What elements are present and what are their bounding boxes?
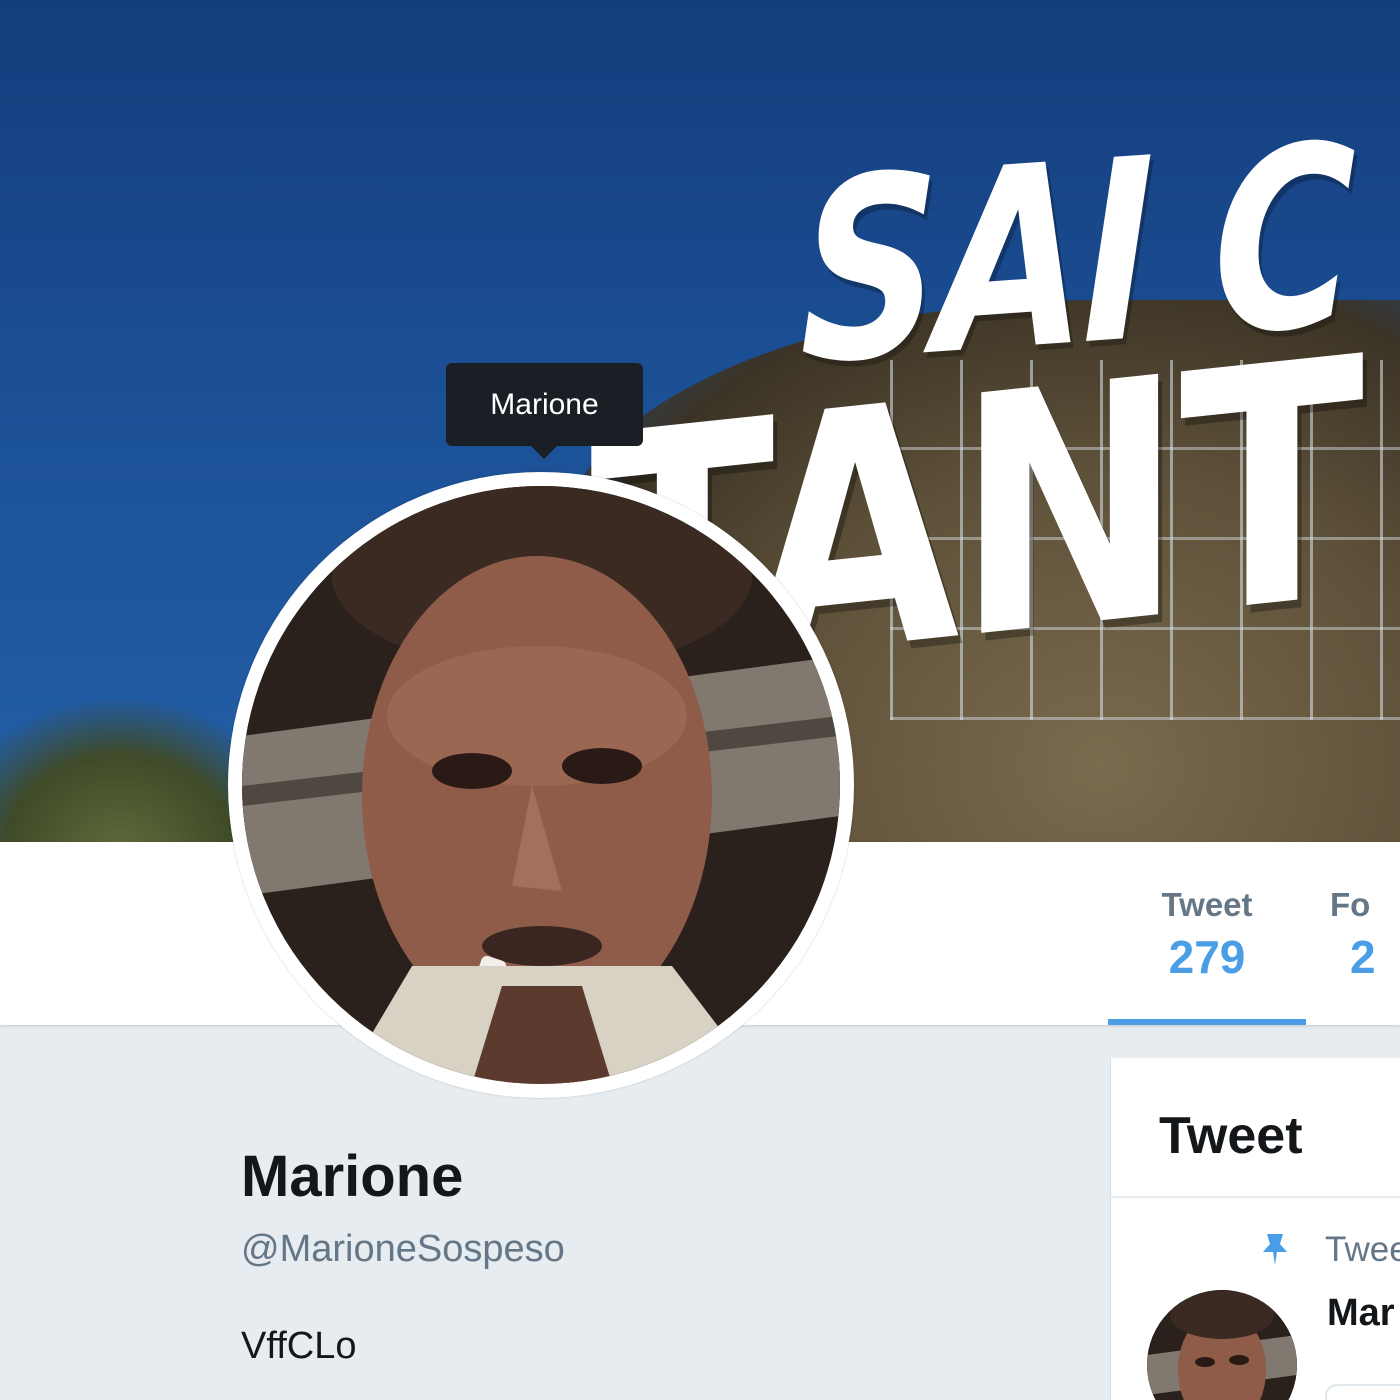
timeline-title: Tweet: [1159, 1107, 1303, 1165]
tweet-author-name[interactable]: Mar: [1327, 1292, 1395, 1335]
stat-followers-value: 2: [1350, 931, 1376, 983]
profile-bio: VffCLo: [241, 1325, 357, 1367]
timeline-panel: Tweet Twee Mar: [1110, 1058, 1400, 1400]
avatar-photo: [242, 486, 840, 1084]
profile-page: SAI C TANT Tweet 279 Fo 2 Marione Marion…: [0, 0, 1400, 1400]
timeline-header: Tweet: [1111, 1058, 1400, 1198]
profile-name[interactable]: Marione: [241, 1143, 463, 1210]
avatar-tooltip: Marione: [446, 363, 643, 446]
pin-icon: [1263, 1234, 1287, 1265]
stat-followers-label: Fo: [1330, 886, 1371, 923]
avatar-portrait: [242, 486, 840, 1084]
stat-followers[interactable]: Fo 2: [1330, 842, 1400, 1025]
pinned-tweet-label: Twee: [1325, 1230, 1400, 1269]
profile-avatar[interactable]: [228, 472, 854, 1098]
active-tab-indicator: [1108, 1019, 1306, 1025]
profile-handle[interactable]: @MarioneSospeso: [241, 1228, 565, 1271]
tweet-card[interactable]: [1325, 1384, 1400, 1400]
stat-tweets-label: Tweet: [1161, 886, 1253, 923]
stat-tweets[interactable]: Tweet 279: [1108, 842, 1306, 1025]
tweet-author-avatar[interactable]: [1147, 1290, 1297, 1400]
tweet-avatar-portrait: [1147, 1290, 1297, 1400]
stat-tweets-value: 279: [1168, 931, 1246, 983]
tooltip-arrow: [530, 445, 558, 459]
